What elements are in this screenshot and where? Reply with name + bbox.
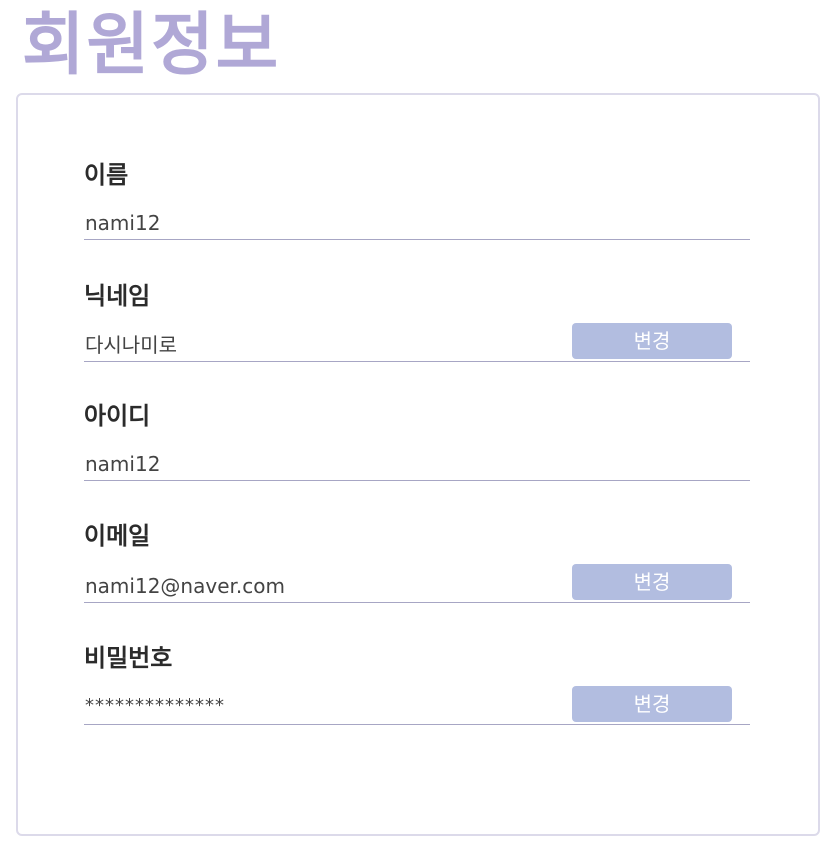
password-label: 비밀번호 — [84, 644, 173, 672]
password-input[interactable]: ************** 변경 — [84, 685, 750, 725]
user-id-label: 아이디 — [84, 402, 151, 430]
name-value: nami12 — [85, 211, 161, 235]
fields-layer: 이름 nami12 닉네임 다시나미로 변경 아이디 nami12 이메일 na… — [0, 0, 838, 858]
nickname-label: 닉네임 — [84, 282, 151, 310]
name-label-text: 이름 — [84, 161, 129, 189]
email-input[interactable]: nami12@naver.com 변경 — [84, 563, 750, 603]
user-id-input[interactable]: nami12 — [84, 441, 750, 481]
name-input[interactable]: nami12 — [84, 200, 750, 240]
nickname-value: 다시나미로 — [85, 333, 177, 357]
email-value: nami12@naver.com — [85, 574, 285, 598]
password-change-button[interactable]: 변경 — [572, 686, 732, 722]
password-value: ************** — [85, 695, 225, 716]
nickname-change-button[interactable]: 변경 — [572, 323, 732, 359]
nickname-input[interactable]: 다시나미로 변경 — [84, 322, 750, 362]
email-label: 이메일 — [84, 522, 151, 550]
user-id-value: nami12 — [85, 452, 161, 476]
email-change-button[interactable]: 변경 — [572, 564, 732, 600]
